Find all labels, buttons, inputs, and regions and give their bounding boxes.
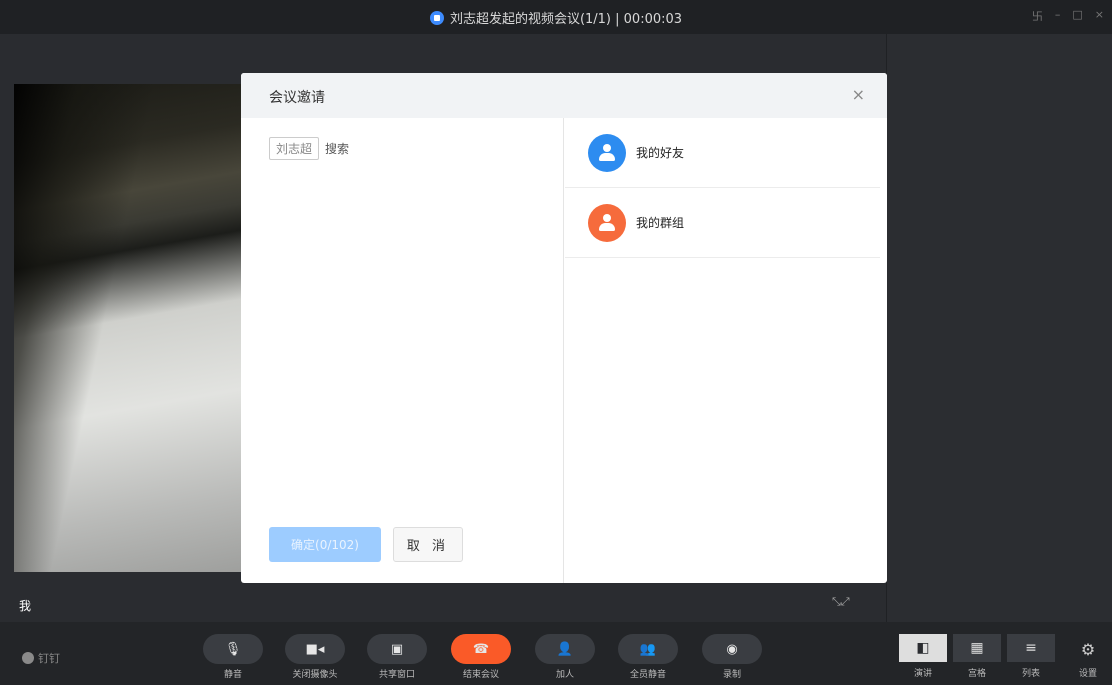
layout-switcher: ◧ 演讲 ▦ 宫格 ≡ 列表 — [896, 634, 1058, 679]
camera-icon: ■◂ — [285, 634, 345, 664]
gear-icon: ⚙ — [1080, 640, 1096, 659]
selected-member-chip[interactable]: 刘志超 — [269, 137, 320, 160]
close-window-icon[interactable]: × — [1095, 8, 1104, 24]
share-window-button[interactable]: ▣ 共享窗口 — [365, 634, 429, 680]
share-window-icon: ▣ — [367, 634, 427, 664]
selected-panel: 刘志超 确定(0/102) 取 消 — [241, 118, 564, 583]
settings-button[interactable]: ⚙ 设置 — [1076, 640, 1100, 679]
contact-source-list: 我的好友 我的群组 — [565, 118, 887, 583]
group-item-friends[interactable]: 我的好友 — [565, 118, 880, 188]
pin-icon[interactable]: 卐 — [1032, 8, 1043, 24]
mute-all-button[interactable]: 👥 全员静音 — [616, 634, 680, 680]
end-meeting-button[interactable]: ☎ 结束会议 — [449, 634, 513, 680]
camera-off-button[interactable]: ■◂ 关闭摄像头 — [283, 634, 347, 680]
maximize-icon[interactable]: □ — [1072, 8, 1082, 24]
hangup-icon: ☎ — [451, 634, 511, 664]
title-bar: 刘志超发起的视频会议(1/1) | 00:00:03 卐 – □ × — [0, 0, 1112, 34]
groups-avatar-icon — [588, 203, 626, 242]
dingtalk-logo: 钉钉 — [22, 650, 60, 666]
window-controls: 卐 – □ × — [1032, 8, 1104, 24]
friends-avatar-icon — [588, 133, 626, 172]
microphone-icon: 🎙 — [203, 634, 263, 664]
close-icon[interactable]: × — [852, 85, 865, 104]
speaker-layout-icon: ◧ — [899, 634, 947, 662]
invite-dialog: 会议邀请 × 刘志超 确定(0/102) 取 消 我的好友 我的群组 — [241, 73, 887, 583]
list-layout-icon: ≡ — [1007, 634, 1055, 662]
group-item-groups[interactable]: 我的群组 — [565, 188, 880, 258]
side-panel — [886, 34, 1112, 622]
dialog-title: 会议邀请 — [269, 90, 325, 106]
dialog-header: 会议邀请 × — [241, 73, 887, 118]
meeting-window: 刘志超发起的视频会议(1/1) | 00:00:03 卐 – □ × 我 ⤡⤢ … — [0, 0, 1112, 685]
selection-row: 刘志超 — [269, 137, 476, 160]
add-person-button[interactable]: 👤 加人 — [533, 634, 597, 680]
self-video-feed — [14, 84, 262, 572]
self-video-label: 我 — [19, 599, 32, 613]
list-layout-button[interactable]: ≡ 列表 — [1004, 634, 1058, 679]
fullscreen-icon[interactable]: ⤡⤢ — [832, 596, 850, 614]
add-person-icon: 👤 — [535, 634, 595, 664]
confirm-button[interactable]: 确定(0/102) — [269, 527, 381, 562]
grid-layout-button[interactable]: ▦ 宫格 — [950, 634, 1004, 679]
record-button[interactable]: ◉ 录制 — [700, 634, 764, 680]
dingtalk-icon — [22, 652, 34, 664]
control-bar: 钉钉 🎙 静音 ■◂ 关闭摄像头 ▣ 共享窗口 ☎ 结束会议 👤 加人 👥 全员… — [0, 622, 1112, 685]
speaker-layout-button[interactable]: ◧ 演讲 — [896, 634, 950, 679]
search-input[interactable] — [325, 141, 476, 156]
mute-button[interactable]: 🎙 静音 — [201, 634, 265, 680]
grid-layout-icon: ▦ — [953, 634, 1001, 662]
record-icon: ◉ — [702, 634, 762, 664]
mute-all-icon: 👥 — [618, 634, 678, 664]
cancel-button[interactable]: 取 消 — [393, 527, 463, 562]
minimize-icon[interactable]: – — [1055, 8, 1061, 24]
lock-shield-icon — [429, 11, 444, 25]
meeting-title: 刘志超发起的视频会议(1/1) | 00:00:03 — [0, 8, 1112, 27]
